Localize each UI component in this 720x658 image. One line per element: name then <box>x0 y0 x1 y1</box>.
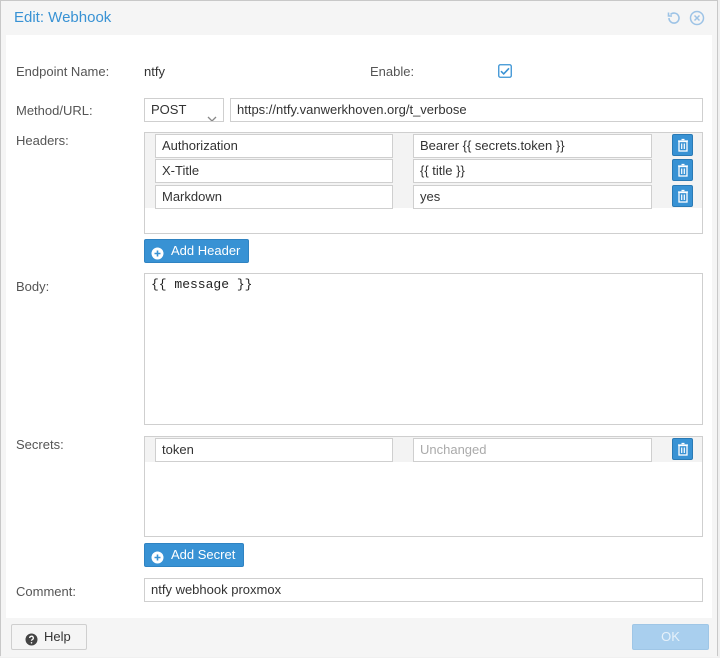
url-input[interactable]: https://ntfy.vanwerkhoven.org/t_verbose <box>230 98 703 122</box>
header-value-input[interactable]: yes <box>413 185 652 209</box>
secret-key-input[interactable]: token <box>155 438 393 462</box>
header-key-input[interactable]: X-Title <box>155 159 393 183</box>
trash-icon <box>678 442 688 456</box>
delete-secret-button[interactable] <box>672 438 693 460</box>
secrets-label: Secrets: <box>16 437 64 452</box>
body-textarea[interactable]: {{ message }} <box>144 273 703 425</box>
ok-button[interactable]: OK <box>632 624 709 650</box>
method-select[interactable]: POST <box>144 98 224 122</box>
dialog-title: Edit: Webhook <box>14 9 112 26</box>
trash-icon <box>678 189 688 203</box>
close-icon[interactable] <box>689 10 705 26</box>
body-label: Body: <box>16 279 50 294</box>
question-circle-icon <box>25 630 38 654</box>
delete-header-button[interactable] <box>672 134 693 156</box>
comment-label: Comment: <box>16 584 76 599</box>
delete-header-button[interactable] <box>672 185 693 207</box>
help-label: Help <box>44 629 71 644</box>
trash-icon <box>678 138 688 152</box>
comment-input[interactable]: ntfy webhook proxmox <box>144 578 703 602</box>
checkbox-checked-icon <box>498 64 512 78</box>
header-value-input[interactable]: Bearer {{ secrets.token }} <box>413 134 652 158</box>
enable-checkbox[interactable] <box>498 64 512 78</box>
method-value: POST <box>151 102 187 117</box>
secret-value-input[interactable]: Unchanged <box>413 438 652 462</box>
add-header-label: Add Header <box>171 243 241 258</box>
delete-header-button[interactable] <box>672 159 693 181</box>
endpoint-name-value: ntfy <box>144 64 165 79</box>
enable-label: Enable: <box>370 64 415 79</box>
reset-icon[interactable] <box>666 10 682 26</box>
method-url-label: Method/URL: <box>16 103 93 118</box>
dialog-titlebar: Edit: Webhook <box>1 1 717 35</box>
header-key-input[interactable]: Authorization <box>155 134 393 158</box>
plus-circle-icon <box>151 245 164 267</box>
plus-circle-icon <box>151 549 164 571</box>
chevron-down-icon <box>207 107 217 121</box>
header-key-input[interactable]: Markdown <box>155 185 393 209</box>
dialog-body: Endpoint Name: ntfy Enable: Method/URL: … <box>6 35 712 618</box>
edit-webhook-dialog: Edit: Webhook Endpoint Name: ntfy Enable… <box>0 0 718 657</box>
add-secret-label: Add Secret <box>171 547 236 562</box>
help-button[interactable]: Help <box>11 624 87 650</box>
endpoint-name-label: Endpoint Name: <box>16 64 110 79</box>
add-header-button[interactable]: Add Header <box>144 239 250 263</box>
dialog-footer: Help OK <box>1 618 717 657</box>
headers-label: Headers: <box>16 133 69 148</box>
add-secret-button[interactable]: Add Secret <box>144 543 245 567</box>
trash-icon <box>678 163 688 177</box>
header-value-input[interactable]: {{ title }} <box>413 159 652 183</box>
